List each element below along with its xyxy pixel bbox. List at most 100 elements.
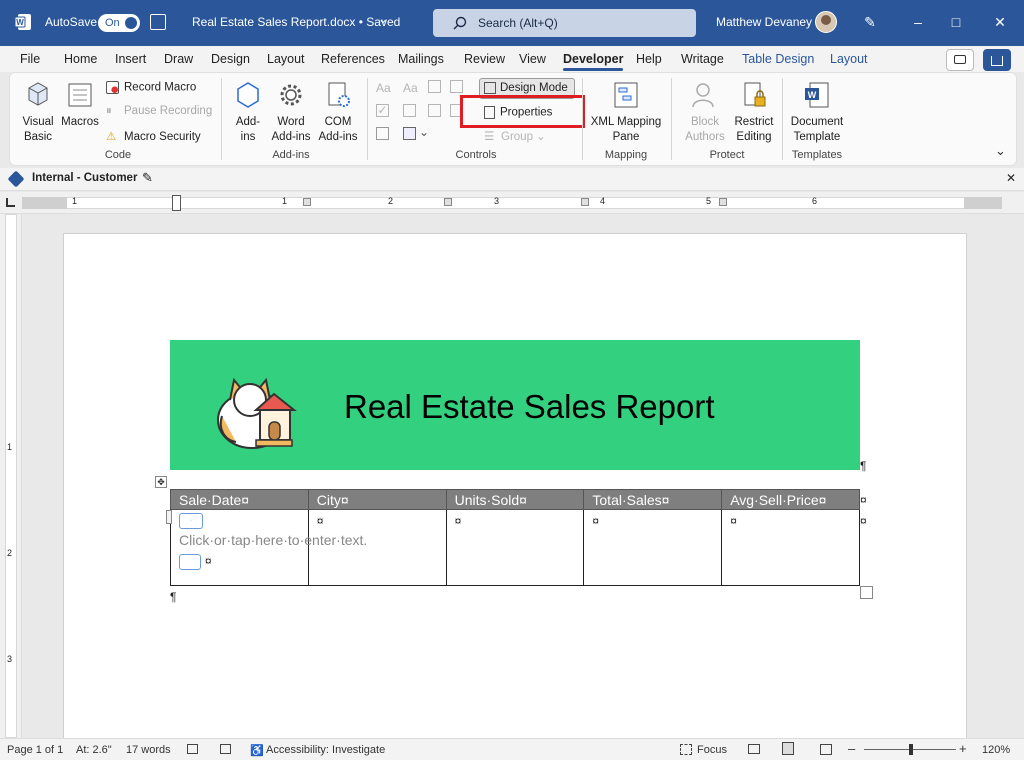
track-changes-icon[interactable] [220,744,231,754]
units-sold-cell[interactable]: ¤ [445,509,585,586]
tab-help[interactable]: Help [636,52,662,66]
close-icon[interactable]: ✕ [990,12,1010,32]
tab-design[interactable]: Design [211,52,250,66]
date-placeholder[interactable]: Click·or·tap·here·to·enter·text. [179,532,367,548]
column-marker[interactable] [719,198,727,206]
document-title[interactable]: Real Estate Sales Report.docx • Saved [192,15,400,29]
minimize-icon[interactable]: – [908,12,928,32]
zoom-in-button[interactable]: + [959,741,967,756]
word-add-ins-button[interactable]: Word Add-ins [268,80,314,145]
close-bar-icon[interactable]: ✕ [1006,171,1016,185]
building-block-icon[interactable] [376,127,389,140]
book-icon[interactable] [187,744,198,754]
legacy-tools-icon[interactable] [450,80,463,93]
save-icon[interactable] [150,14,166,30]
plain-text-control-icon[interactable]: Aa [403,81,418,95]
com-add-ins-button[interactable]: COM Add-ins [315,80,361,145]
horizontal-ruler[interactable]: 1 1 2 3 4 5 6 [0,192,1024,214]
document-template-button[interactable]: W Document Template [788,80,846,145]
total-sales-cell[interactable]: ¤ [583,509,723,586]
tab-developer[interactable]: Developer [563,52,624,71]
tab-writage[interactable]: Writage [681,52,724,66]
cursor-position[interactable]: At: 2.6" [76,744,112,756]
print-layout-icon[interactable] [782,742,794,755]
tab-mailings[interactable]: Mailings [398,52,444,66]
rich-text-control-icon[interactable]: Aa [376,81,391,95]
title-dropdown-icon[interactable]: ⌄ [378,12,388,26]
restrict-editing-button[interactable]: Restrict Editing [732,80,776,145]
xml-mapping-pane-button[interactable]: XML Mapping Pane [589,80,663,145]
accessibility-status[interactable]: Accessibility: Investigate [266,744,385,756]
page-count[interactable]: Page 1 of 1 [7,744,63,756]
tab-insert[interactable]: Insert [115,52,146,66]
indent-marker[interactable] [172,195,181,211]
user-name[interactable]: Matthew Devaney [716,15,812,29]
report-title[interactable]: Real Estate Sales Report [344,388,715,426]
column-marker[interactable] [444,198,452,206]
repeating-section-icon[interactable] [403,127,416,140]
cell-end-mark: ¤ [454,514,462,528]
tab-home[interactable]: Home [64,52,97,66]
tab-file[interactable]: File [20,52,40,66]
protect-group-label: Protect [709,149,745,161]
add-ins-button[interactable]: Add- ins [231,80,265,145]
header-sale-date[interactable]: Sale·Date¤ [170,489,309,510]
block-authors-button[interactable]: Block Authors [679,80,731,145]
page[interactable]: Real Estate Sales Report ¶ ✥ Sale·Date¤ … [64,234,966,738]
tab-table-design[interactable]: Table Design [742,52,814,66]
tab-references[interactable]: References [321,52,385,66]
tab-selector-icon[interactable] [6,198,15,207]
pen-icon[interactable]: ✎ [860,12,880,32]
header-units-sold[interactable]: Units·Sold¤ [445,489,585,510]
repeating-section-dropdown-icon[interactable]: ⌄ [419,125,429,139]
autosave-toggle[interactable]: On [98,14,140,32]
svg-text:W: W [808,90,817,100]
header-total-sales[interactable]: Total·Sales¤ [583,489,723,510]
dropdown-control-icon[interactable] [428,104,441,117]
macro-security-button[interactable]: ⚠ Macro Security [106,129,201,143]
macros-button[interactable]: Macros [60,80,100,130]
zoom-slider-thumb[interactable] [909,744,913,755]
collapse-ribbon-icon[interactable]: ⌄ [995,143,1006,159]
tab-layout[interactable]: Layout [267,52,305,66]
focus-button[interactable]: Focus [697,744,727,756]
sensitivity-label[interactable]: Internal - Customer [32,172,137,184]
document-area[interactable]: Real Estate Sales Report ¶ ✥ Sale·Date¤ … [22,214,1024,738]
visual-basic-button[interactable]: Visual Basic [18,80,58,145]
tab-review[interactable]: Review [464,52,505,66]
combo-box-control-icon[interactable] [403,104,416,117]
avatar[interactable] [815,11,837,33]
group-button[interactable]: ☰ Group ⌄ [484,129,546,143]
comments-button[interactable] [946,49,974,71]
column-marker[interactable] [303,198,311,206]
checkbox-control-icon[interactable]: ✓ [376,104,389,117]
web-layout-icon[interactable] [820,744,832,755]
record-macro-button[interactable]: Record Macro [106,81,196,94]
column-marker[interactable] [581,198,589,206]
table-resize-handle[interactable] [860,586,873,599]
word-logo-icon[interactable]: W [14,13,32,31]
search-box[interactable]: Search (Alt+Q) [433,9,696,37]
header-avg-sell-price[interactable]: Avg·Sell·Price¤ [721,489,860,510]
zoom-out-button[interactable]: – [848,741,855,756]
picture-control-icon[interactable] [428,80,441,93]
vertical-ruler[interactable]: 1 2 3 [0,214,22,738]
date-picker-cell[interactable]: · Click·or·tap·here·to·enter·text. ¤ [170,509,367,586]
read-mode-icon[interactable] [748,744,760,754]
edit-pencil-icon[interactable]: ✎ [142,170,153,186]
tab-draw[interactable]: Draw [164,52,193,66]
row-select-handle[interactable] [166,510,172,524]
tab-view[interactable]: View [519,52,546,66]
lock-icon [744,82,766,107]
header-city[interactable]: City¤ [307,489,447,510]
sales-table[interactable]: Sale·Date¤ City¤ Units·Sold¤ Total·Sales… [170,489,860,586]
tab-table-layout[interactable]: Layout [830,52,868,66]
avg-sell-price-cell[interactable]: ¤ [721,509,860,586]
zoom-level[interactable]: 120% [982,744,1010,756]
table-header-row: Sale·Date¤ City¤ Units·Sold¤ Total·Sales… [170,489,860,510]
table-move-handle[interactable]: ✥ [155,476,167,488]
word-count[interactable]: 17 words [126,744,171,756]
share-button[interactable] [983,49,1011,71]
pause-recording-button[interactable]: ⏸ Pause Recording [106,105,212,118]
maximize-icon[interactable]: □ [946,12,966,32]
